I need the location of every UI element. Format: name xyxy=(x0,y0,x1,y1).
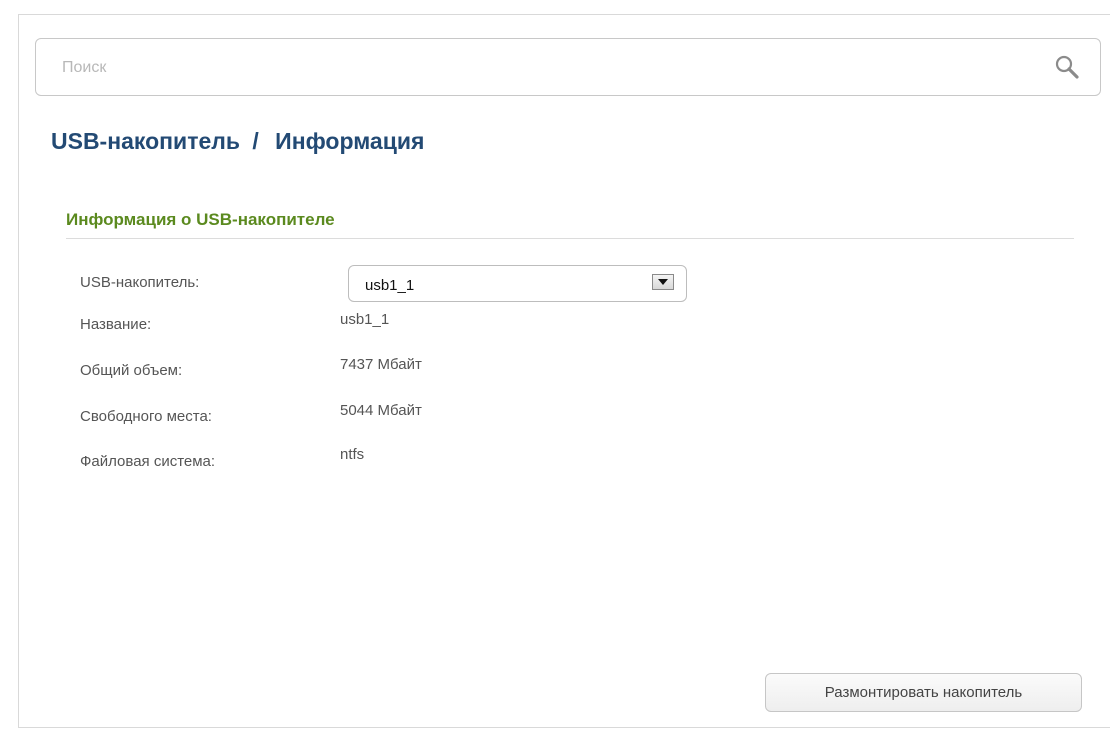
total-size-value: 7437 Мбайт xyxy=(340,356,422,373)
section-divider xyxy=(66,238,1074,239)
page-edge xyxy=(0,14,18,729)
usb-drive-select[interactable]: usb1_1 xyxy=(348,265,687,302)
search-input[interactable] xyxy=(60,54,1024,82)
usb-drive-label: USB-накопитель: xyxy=(80,274,200,291)
free-space-label: Свободного места: xyxy=(80,408,212,425)
name-value: usb1_1 xyxy=(340,311,390,328)
usb-drive-selected-value: usb1_1 xyxy=(365,277,415,294)
name-label: Название: xyxy=(80,316,152,333)
search-icon[interactable] xyxy=(1054,54,1080,80)
breadcrumb-separator: / xyxy=(252,128,259,154)
unmount-drive-button[interactable]: Размонтировать накопитель xyxy=(765,673,1082,712)
file-system-value: ntfs xyxy=(340,446,365,463)
total-size-label: Общий объем: xyxy=(80,362,183,379)
page-title: USB-накопитель / Информация xyxy=(51,128,424,155)
file-system-label: Файловая система: xyxy=(80,453,216,470)
breadcrumb-section: USB-накопитель xyxy=(51,128,240,154)
search-bar xyxy=(35,38,1101,96)
free-space-value: 5044 Мбайт xyxy=(340,402,422,419)
breadcrumb-current: Информация xyxy=(275,128,425,154)
section-title: Информация о USB-накопителе xyxy=(66,210,335,229)
chevron-down-icon[interactable] xyxy=(652,274,674,290)
